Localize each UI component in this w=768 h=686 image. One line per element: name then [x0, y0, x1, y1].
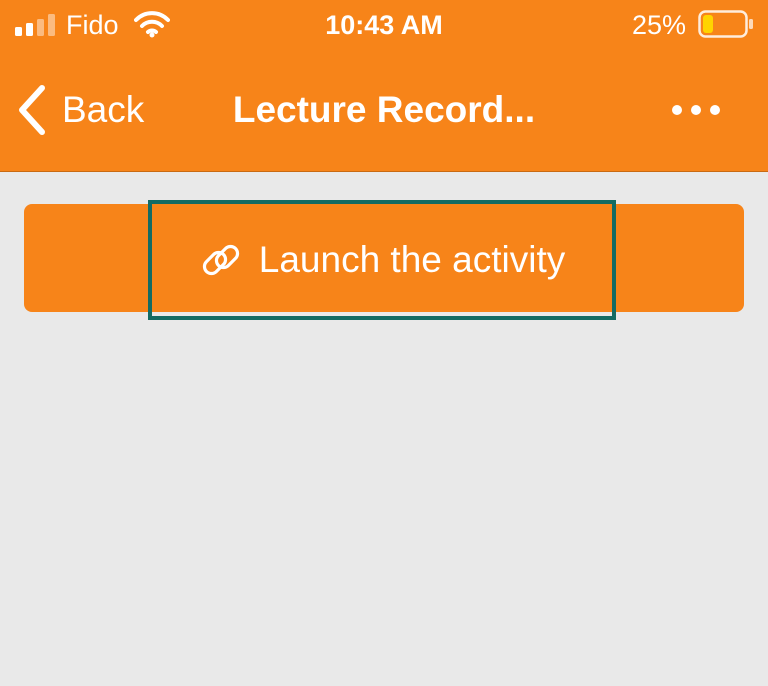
top-bar: Fido 10:43 AM 25% Back Lecture Record...	[0, 0, 768, 172]
battery-icon	[698, 10, 753, 38]
link-icon	[202, 244, 239, 276]
more-horizontal-icon	[691, 105, 701, 115]
more-options-button[interactable]	[664, 96, 728, 124]
launch-activity-label: Launch the activity	[258, 239, 566, 280]
more-horizontal-icon	[710, 105, 720, 115]
battery-percentage: 25%	[632, 10, 687, 40]
back-label: Back	[62, 89, 145, 130]
status-bar: Fido 10:43 AM 25%	[0, 0, 768, 52]
battery-fill	[703, 15, 713, 33]
launch-activity-focus-outline[interactable]: Launch the activity	[148, 200, 616, 320]
back-button[interactable]: Back	[14, 82, 144, 138]
page-title: Lecture Record...	[232, 89, 536, 130]
chevron-left-icon	[19, 85, 45, 135]
more-horizontal-icon	[672, 105, 682, 115]
